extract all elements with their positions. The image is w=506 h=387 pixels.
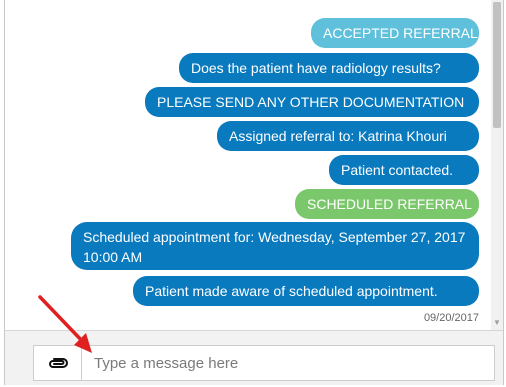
message-bubble: PLEASE SEND ANY OTHER DOCUMENTATION <box>145 87 479 117</box>
message-bubble: Patient contacted. <box>329 155 479 185</box>
scrollbar-thumb[interactable] <box>493 2 501 128</box>
message-bubble: Patient made aware of scheduled appointm… <box>133 276 479 306</box>
status-scheduled-referral: SCHEDULED REFERRAL <box>295 189 479 219</box>
message-bubble: Scheduled appointment for: Wednesday, Se… <box>71 222 479 270</box>
message-date: 09/20/2017 <box>423 312 479 324</box>
scroll-down-arrow-icon[interactable]: ▼ <box>492 318 502 328</box>
paperclip-icon <box>48 358 68 368</box>
message-bubble: Does the patient have radiology results? <box>179 53 479 83</box>
status-accepted-referral: ACCEPTED REFERRAL <box>311 18 479 48</box>
annotation-arrow-icon <box>38 295 92 353</box>
message-list: ACCEPTED REFERRAL Does the patient have … <box>15 0 487 330</box>
message-list-scrollbar[interactable]: ▼ <box>491 0 503 330</box>
message-input[interactable] <box>81 345 495 381</box>
message-bubble: Assigned referral to: Katrina Khouri <box>217 121 479 151</box>
